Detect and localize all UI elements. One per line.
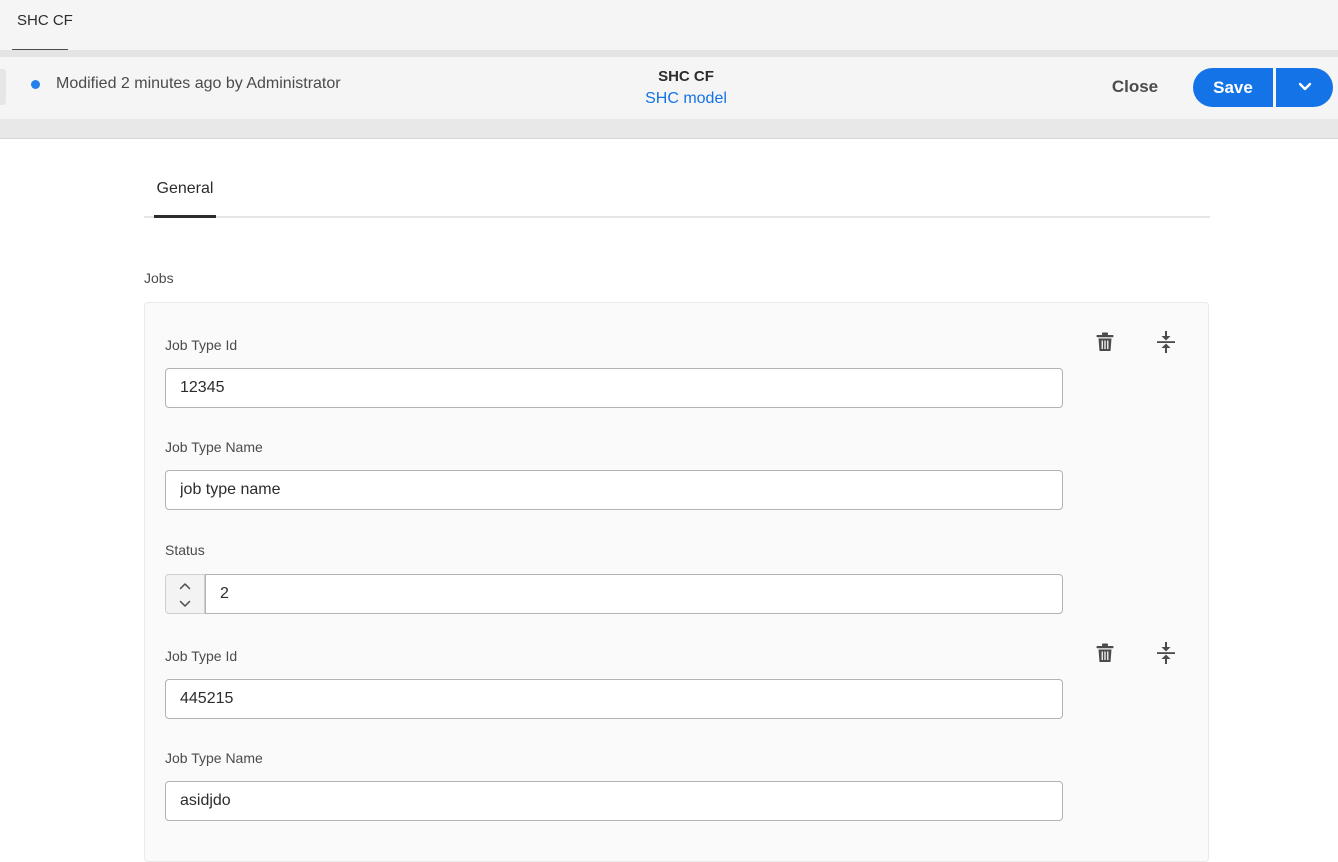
job-type-name-label: Job Type Name xyxy=(165,750,263,766)
document-tab-label: SHC CF xyxy=(17,12,73,29)
job-type-name-label: Job Type Name xyxy=(165,439,263,455)
job-type-id-label: Job Type Id xyxy=(165,337,238,353)
job-type-name-input[interactable] xyxy=(165,781,1063,821)
delete-job-button[interactable] xyxy=(1092,330,1118,356)
status-input[interactable] xyxy=(205,574,1063,614)
job-type-id-input[interactable] xyxy=(165,679,1063,719)
modified-status-text: Modified 2 minutes ago by Administrator xyxy=(56,75,341,92)
document-tab[interactable]: SHC CF xyxy=(12,0,78,52)
editor-header: Modified 2 minutes ago by Administrator … xyxy=(0,57,1338,119)
form-tab-list: General xyxy=(144,170,1210,218)
collapse-vertical-icon xyxy=(1156,330,1176,357)
collapse-job-button[interactable] xyxy=(1153,330,1179,356)
side-panel-handle[interactable] xyxy=(0,69,6,105)
tabbar-divider xyxy=(0,50,1338,57)
jobs-label: Jobs xyxy=(144,270,174,286)
trash-icon xyxy=(1096,332,1114,355)
job-type-id-input[interactable] xyxy=(165,368,1063,408)
fragment-title: SHC CF xyxy=(658,68,714,85)
save-button[interactable]: Save xyxy=(1193,68,1273,107)
delete-job-button[interactable] xyxy=(1092,641,1118,667)
stepper-increment-button[interactable] xyxy=(166,576,204,595)
model-link[interactable]: SHC model xyxy=(586,87,786,111)
chevron-down-icon xyxy=(179,595,191,613)
tab-general[interactable]: General xyxy=(154,170,216,218)
status-dot-icon xyxy=(31,80,40,89)
stepper-decrement-button[interactable] xyxy=(166,594,204,613)
close-button[interactable]: Close xyxy=(1098,75,1172,99)
collapse-vertical-icon xyxy=(1156,641,1176,668)
fragment-title-block: SHC CF SHC model xyxy=(586,67,786,111)
chevron-down-icon xyxy=(1298,80,1312,95)
chevron-up-icon xyxy=(179,577,191,595)
status-stepper xyxy=(165,574,205,614)
collapse-job-button[interactable] xyxy=(1153,641,1179,667)
job-type-id-label: Job Type Id xyxy=(165,648,238,664)
document-tab-strip: SHC CF xyxy=(0,0,1338,52)
job-type-name-input[interactable] xyxy=(165,470,1063,510)
trash-icon xyxy=(1096,643,1114,666)
status-label: Status xyxy=(165,542,205,558)
jobs-multifield: Job Type Id Job Type Name Status xyxy=(144,302,1209,862)
header-divider xyxy=(0,119,1338,139)
save-options-button[interactable] xyxy=(1276,68,1333,107)
